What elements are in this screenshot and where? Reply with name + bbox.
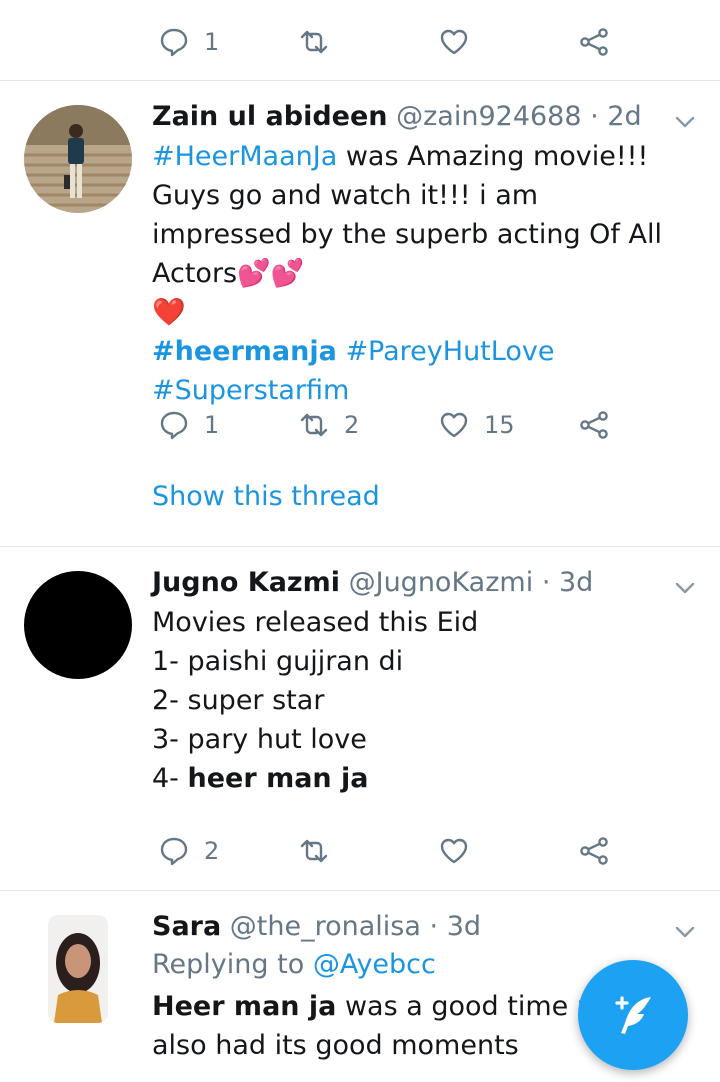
chevron-down-icon[interactable]	[674, 577, 696, 599]
like-button[interactable]	[438, 22, 470, 62]
compose-feather-icon	[615, 996, 651, 1034]
separator-dot: ·	[429, 911, 439, 942]
retweet-icon	[298, 835, 330, 867]
replying-to-label: Replying to	[152, 949, 305, 980]
retweet-icon	[298, 26, 330, 58]
display-name[interactable]: Zain ul abideen	[152, 101, 388, 132]
tweet-body: also had its good moments	[152, 1030, 519, 1061]
heart-icon	[438, 409, 470, 441]
share-icon	[578, 409, 610, 441]
bold-text: Heer man ja	[152, 991, 337, 1022]
hashtag-link[interactable]: #HeerMaanJa	[152, 141, 337, 172]
reply-button[interactable]: 1	[158, 405, 219, 445]
like-button[interactable]: 15	[438, 405, 515, 445]
timestamp[interactable]: 2d	[607, 101, 641, 132]
retweet-button[interactable]: 2	[298, 405, 359, 445]
reply-count: 1	[204, 28, 220, 56]
tweet-line: 4- heer man ja	[152, 759, 672, 798]
user-handle[interactable]: @JugnoKazmi	[349, 567, 534, 598]
tweet-header: Jugno Kazmi @JugnoKazmi · 3d	[152, 565, 672, 601]
avatar[interactable]	[48, 915, 108, 1023]
bold-text: heer man ja	[187, 763, 369, 794]
tweet-line: 1- paishi gujjran di	[152, 646, 404, 677]
tweet-actions: 2	[0, 831, 720, 871]
tweet-text: Movies released this Eid 1- paishi gujjr…	[152, 603, 672, 798]
reply-icon	[158, 409, 190, 441]
share-icon	[578, 835, 610, 867]
chevron-down-icon[interactable]	[674, 921, 696, 943]
like-button[interactable]	[438, 831, 470, 871]
user-handle[interactable]: @the_ronalisa	[230, 911, 421, 942]
reply-button[interactable]: 1	[158, 22, 219, 62]
reply-icon	[158, 835, 190, 867]
tweet-actions: 1 2 15	[0, 405, 720, 445]
tweet-body: was a good time pa	[336, 991, 611, 1022]
tweet-header: Zain ul abideen @zain924688 · 2d	[152, 99, 672, 135]
tweet-line: 3- pary hut love	[152, 724, 367, 755]
reply-count: 2	[204, 837, 220, 865]
tweet-header: Sara @the_ronalisa · 3d	[152, 909, 672, 945]
compose-tweet-button[interactable]	[578, 960, 688, 1070]
hashtag-link[interactable]: #Superstarfim	[152, 375, 349, 406]
red-heart-emoji: ❤️	[152, 297, 186, 328]
mention-link[interactable]: @Ayebcc	[313, 949, 436, 980]
like-count: 15	[484, 411, 515, 439]
heart-icon	[438, 835, 470, 867]
share-button[interactable]	[578, 831, 610, 871]
timestamp[interactable]: 3d	[559, 567, 593, 598]
display-name[interactable]: Jugno Kazmi	[152, 567, 340, 598]
tweet-jugno[interactable]: Jugno Kazmi @JugnoKazmi · 3d Movies rele…	[0, 547, 720, 890]
tweet-text: #HeerMaanJa was Amazing movie!!! Guys go…	[152, 137, 672, 332]
line-prefix: 4-	[152, 763, 188, 794]
separator-dot: ·	[590, 101, 599, 132]
avatar[interactable]	[24, 105, 132, 213]
retweet-count: 2	[344, 411, 360, 439]
share-icon	[578, 26, 610, 58]
hashtag-link[interactable]: #PareyHutLove	[345, 336, 554, 367]
show-thread-link[interactable]: Show this thread	[152, 481, 380, 512]
chevron-down-icon[interactable]	[674, 111, 696, 133]
tweet-line: Movies released this Eid	[152, 607, 479, 638]
retweet-icon	[298, 409, 330, 441]
tweet-zain[interactable]: Zain ul abideen @zain924688 · 2d #HeerMa…	[0, 81, 720, 546]
display-name[interactable]: Sara	[152, 911, 221, 942]
separator-dot: ·	[541, 567, 551, 598]
retweet-button[interactable]	[298, 831, 330, 871]
heart-icon	[438, 26, 470, 58]
retweet-button[interactable]	[298, 22, 330, 62]
reply-icon	[158, 26, 190, 58]
avatar[interactable]	[24, 571, 132, 679]
tweet-line: 2- super star	[152, 685, 325, 716]
share-button[interactable]	[578, 22, 610, 62]
tweet-hashtags: #heermanja #PareyHutLove #Superstarfim	[152, 332, 672, 410]
timestamp[interactable]: 3d	[447, 911, 481, 942]
user-handle[interactable]: @zain924688	[396, 101, 581, 132]
reply-count: 1	[204, 411, 220, 439]
reply-button[interactable]: 2	[158, 831, 219, 871]
share-button[interactable]	[578, 405, 610, 445]
top-tweet-actions: 1	[0, 22, 720, 62]
hashtag-link[interactable]: #heermanja	[152, 336, 337, 367]
